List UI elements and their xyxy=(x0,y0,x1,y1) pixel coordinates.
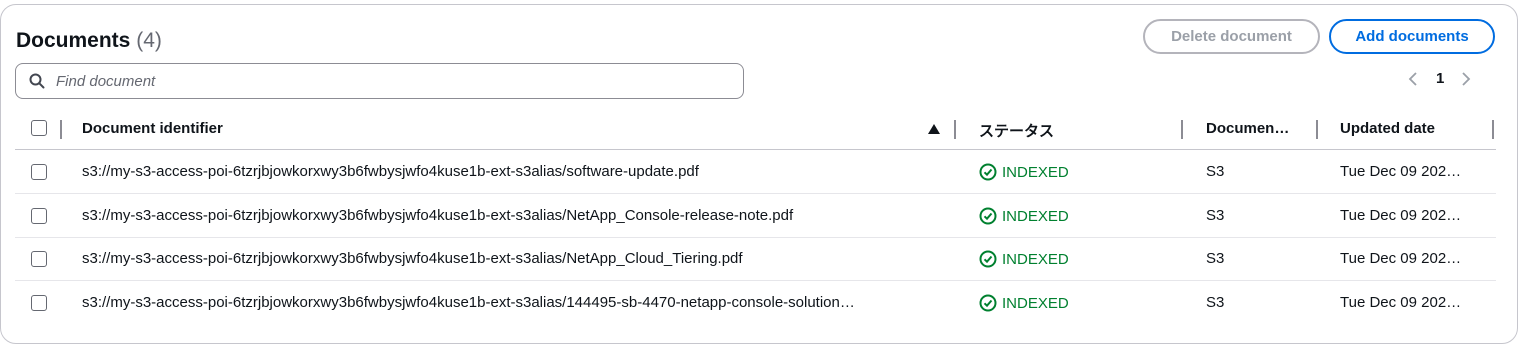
updated-date-cell: Tue Dec 09 202… xyxy=(1340,294,1462,311)
column-header-status[interactable]: ステータス xyxy=(979,120,1054,141)
status-text: INDEXED xyxy=(1002,250,1069,268)
table-row: s3://my-s3-access-poi-6tzrjbjowkorxwy3b6… xyxy=(15,150,1496,194)
table-header: Document identifier ステータス Documen… Updat… xyxy=(15,112,1496,150)
status-text: INDEXED xyxy=(1002,294,1069,312)
column-divider[interactable] xyxy=(1181,120,1183,139)
document-identifier: s3://my-s3-access-poi-6tzrjbjowkorxwy3b6… xyxy=(82,294,855,311)
column-divider[interactable] xyxy=(954,120,956,139)
table-row: s3://my-s3-access-poi-6tzrjbjowkorxwy3b6… xyxy=(15,281,1496,325)
search-box[interactable] xyxy=(15,63,744,99)
column-divider[interactable] xyxy=(1316,120,1318,139)
document-identifier: s3://my-s3-access-poi-6tzrjbjowkorxwy3b6… xyxy=(82,250,743,267)
search-input[interactable] xyxy=(54,71,698,91)
page-title: Documents (4) xyxy=(16,29,162,53)
current-page[interactable]: 1 xyxy=(1436,70,1444,87)
check-circle-icon xyxy=(979,163,997,181)
document-count: (4) xyxy=(136,29,162,52)
row-checkbox[interactable] xyxy=(31,164,47,180)
status-cell: INDEXED xyxy=(979,250,1069,268)
search-icon xyxy=(29,73,45,89)
column-header-updated[interactable]: Updated date xyxy=(1340,120,1435,137)
check-circle-icon xyxy=(979,250,997,268)
document-identifier: s3://my-s3-access-poi-6tzrjbjowkorxwy3b6… xyxy=(82,207,794,224)
status-cell: INDEXED xyxy=(979,207,1069,225)
check-circle-icon xyxy=(979,294,997,312)
updated-date-cell: Tue Dec 09 202… xyxy=(1340,250,1462,267)
column-header-identifier[interactable]: Document identifier xyxy=(82,120,223,137)
status-cell: INDEXED xyxy=(979,294,1069,312)
updated-date-cell: Tue Dec 09 202… xyxy=(1340,207,1462,224)
status-cell: INDEXED xyxy=(979,163,1069,181)
table-row: s3://my-s3-access-poi-6tzrjbjowkorxwy3b6… xyxy=(15,194,1496,238)
source-cell: S3 xyxy=(1206,250,1225,267)
pagination: 1 xyxy=(1408,70,1471,87)
table-row: s3://my-s3-access-poi-6tzrjbjowkorxwy3b6… xyxy=(15,237,1496,281)
document-identifier: s3://my-s3-access-poi-6tzrjbjowkorxwy3b6… xyxy=(82,163,699,180)
status-text: INDEXED xyxy=(1002,207,1069,225)
row-checkbox[interactable] xyxy=(31,208,47,224)
title-text: Documents xyxy=(16,29,131,52)
source-cell: S3 xyxy=(1206,294,1225,311)
column-header-source[interactable]: Documen… xyxy=(1206,120,1289,137)
chevron-right-icon[interactable] xyxy=(1461,71,1471,87)
check-circle-icon xyxy=(979,207,997,225)
column-divider[interactable] xyxy=(1492,120,1494,139)
select-all-checkbox[interactable] xyxy=(31,120,47,136)
sort-ascending-icon[interactable] xyxy=(928,124,940,134)
row-checkbox[interactable] xyxy=(31,251,47,267)
status-text: INDEXED xyxy=(1002,163,1069,181)
updated-date-cell: Tue Dec 09 202… xyxy=(1340,163,1462,180)
source-cell: S3 xyxy=(1206,163,1225,180)
chevron-left-icon[interactable] xyxy=(1408,71,1418,87)
column-divider xyxy=(60,120,62,139)
delete-document-button[interactable]: Delete document xyxy=(1143,19,1320,54)
source-cell: S3 xyxy=(1206,207,1225,224)
row-checkbox[interactable] xyxy=(31,295,47,311)
add-documents-button[interactable]: Add documents xyxy=(1329,19,1495,54)
